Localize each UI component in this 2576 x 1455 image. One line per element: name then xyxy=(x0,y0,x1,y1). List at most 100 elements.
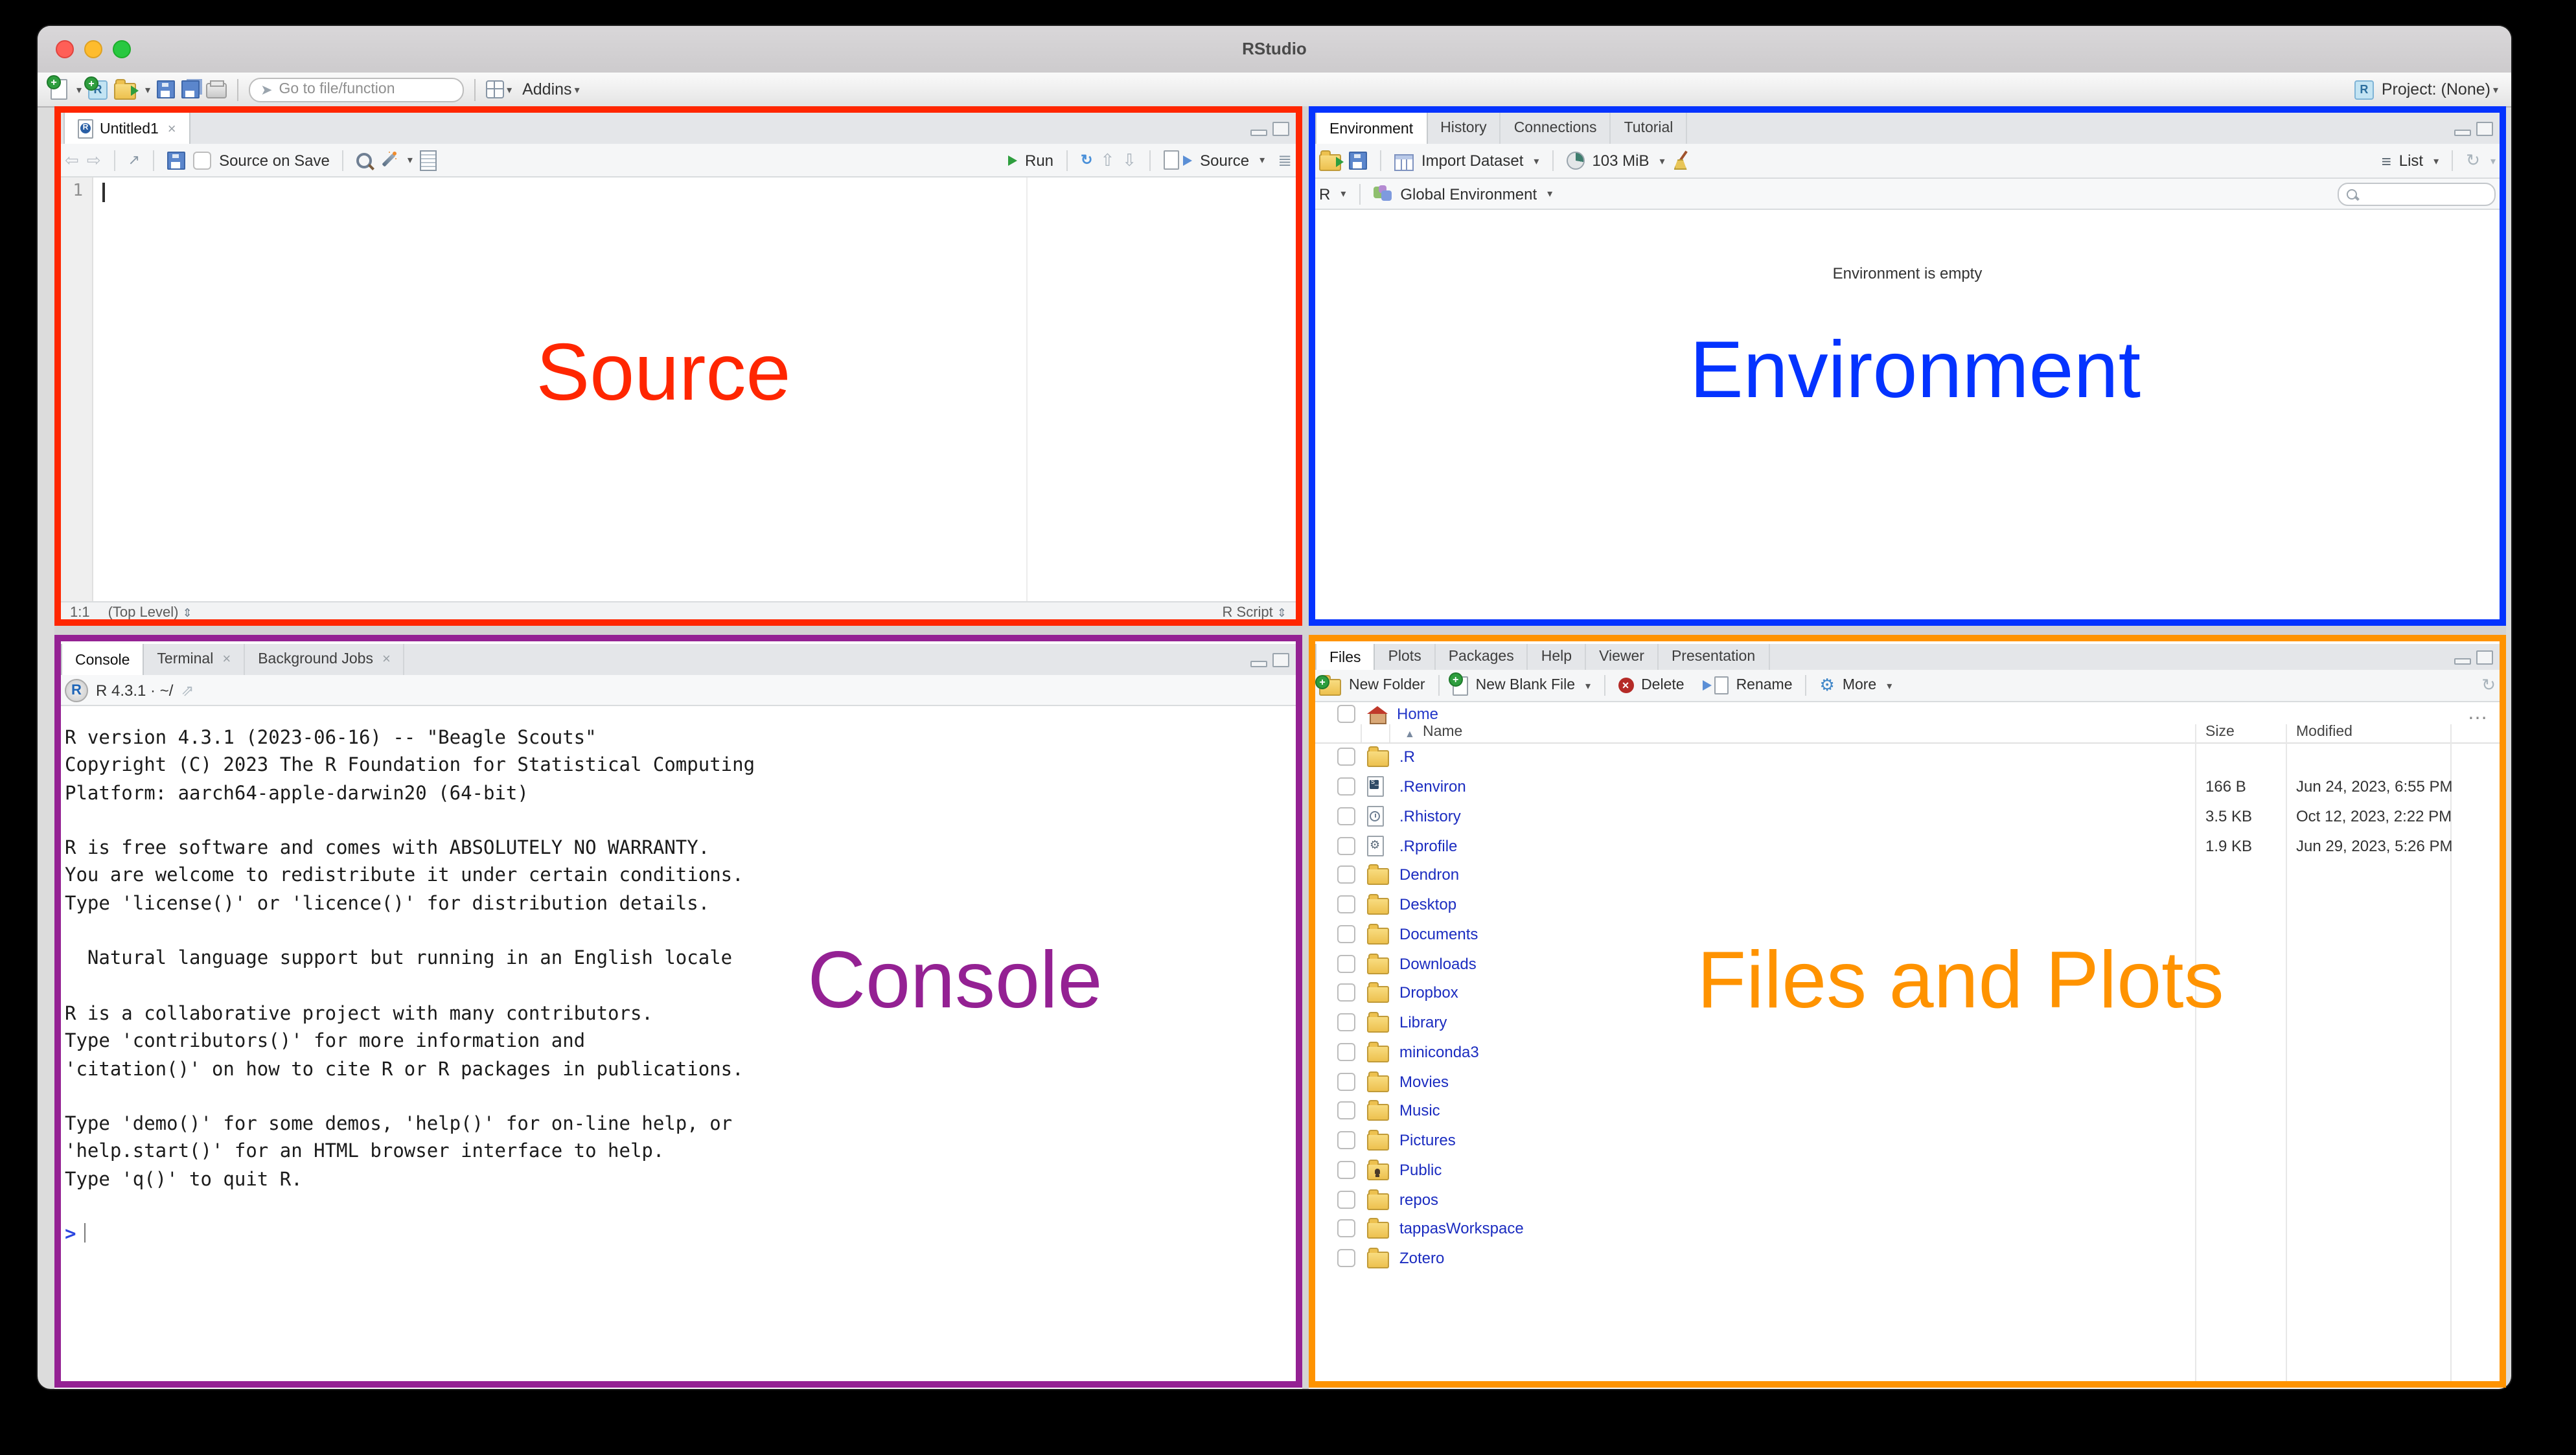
popout-icon[interactable]: ↗ xyxy=(128,152,140,168)
maximize-pane-icon[interactable] xyxy=(2476,121,2493,135)
maximize-pane-icon[interactable] xyxy=(1272,121,1289,135)
file-name-link[interactable]: .Rhistory xyxy=(1399,807,1461,825)
new-folder-button[interactable]: New Folder xyxy=(1349,678,1425,693)
r-language-selector[interactable]: R xyxy=(1319,185,1330,203)
tab-help[interactable]: Help xyxy=(1528,644,1586,670)
new-file-icon[interactable] xyxy=(51,79,67,100)
open-file-icon[interactable] xyxy=(114,83,136,100)
r-version-path[interactable]: R 4.3.1 · ~/ xyxy=(96,681,173,699)
vertical-splitter[interactable] xyxy=(1302,106,1309,1389)
sort-ascending-icon[interactable]: ▲ xyxy=(1405,728,1415,740)
memory-usage[interactable]: 103 MiB xyxy=(1592,152,1649,170)
row-checkbox[interactable] xyxy=(1337,954,1355,972)
project-selector[interactable]: Project: (None) xyxy=(2382,80,2490,98)
row-checkbox[interactable] xyxy=(1337,866,1355,884)
back-icon[interactable]: ⇦ xyxy=(65,150,79,170)
row-checkbox[interactable] xyxy=(1337,807,1355,825)
source-caret-icon[interactable]: ▾ xyxy=(1259,154,1265,166)
row-checkbox[interactable] xyxy=(1337,1161,1355,1179)
tab-untitled1[interactable]: Untitled1 × xyxy=(65,113,190,145)
select-all-checkbox[interactable] xyxy=(1337,704,1355,722)
maximize-pane-icon[interactable] xyxy=(1272,652,1289,667)
new-folder-icon[interactable] xyxy=(1319,679,1341,696)
console-prompt-line[interactable]: > xyxy=(65,1222,755,1250)
source-button[interactable]: Source xyxy=(1200,151,1249,169)
code-tools-icon[interactable] xyxy=(380,152,397,168)
memory-caret-icon[interactable]: ▾ xyxy=(1660,155,1665,166)
column-header-modified[interactable]: Modified xyxy=(2296,724,2352,740)
file-name-link[interactable]: tappasWorkspace xyxy=(1399,1220,1524,1238)
console-popout-icon[interactable]: ⇗ xyxy=(181,681,194,699)
tab-environment[interactable]: Environment xyxy=(1317,113,1427,145)
load-workspace-icon[interactable] xyxy=(1319,154,1341,171)
delete-icon[interactable]: × xyxy=(1618,678,1633,693)
compile-report-icon[interactable] xyxy=(420,150,437,170)
file-name-link[interactable]: .Rprofile xyxy=(1399,836,1457,854)
file-name-link[interactable]: Dendron xyxy=(1399,866,1459,884)
row-checkbox[interactable] xyxy=(1337,1013,1355,1031)
find-replace-icon[interactable] xyxy=(357,152,373,168)
project-icon[interactable]: R xyxy=(2354,80,2374,99)
project-caret-icon[interactable]: ▾ xyxy=(2493,84,2498,95)
import-dataset-button[interactable]: Import Dataset xyxy=(1421,152,1523,170)
minimize-pane-icon[interactable] xyxy=(2454,129,2471,135)
new-blank-file-icon[interactable] xyxy=(1453,676,1468,695)
minimize-pane-icon[interactable] xyxy=(2454,658,2471,664)
save-all-icon[interactable] xyxy=(181,80,200,98)
list-caret-icon[interactable]: ▾ xyxy=(2433,155,2439,166)
file-name-link[interactable]: Pictures xyxy=(1399,1131,1456,1149)
path-more-button[interactable]: … xyxy=(2467,702,2488,725)
clear-objects-icon[interactable] xyxy=(1673,152,1691,170)
close-tab-icon[interactable]: × xyxy=(168,121,176,137)
minimize-pane-icon[interactable] xyxy=(1250,129,1267,135)
row-checkbox[interactable] xyxy=(1337,895,1355,913)
new-file-caret-icon[interactable]: ▾ xyxy=(76,84,82,95)
column-header-name[interactable]: Name xyxy=(1423,724,1462,740)
r-language-caret-icon[interactable]: ▾ xyxy=(1340,188,1346,200)
tab-packages[interactable]: Packages xyxy=(1436,644,1528,670)
refresh-icon[interactable]: ↻ xyxy=(2466,150,2480,171)
save-icon[interactable] xyxy=(157,80,175,98)
tab-background-jobs[interactable]: Background Jobs× xyxy=(245,644,405,675)
file-name-link[interactable]: Documents xyxy=(1399,925,1478,943)
tab-console[interactable]: Console xyxy=(62,644,144,676)
run-icon[interactable] xyxy=(1008,155,1017,165)
scope-indicator[interactable]: (Top Level) ⇕ xyxy=(108,604,192,620)
row-checkbox[interactable] xyxy=(1337,1043,1355,1061)
source-on-save-checkbox[interactable] xyxy=(193,151,211,169)
row-checkbox[interactable] xyxy=(1337,748,1355,766)
addins-button[interactable]: Addins xyxy=(522,80,571,98)
tab-terminal[interactable]: Terminal× xyxy=(144,644,245,675)
row-checkbox[interactable] xyxy=(1337,1190,1355,1208)
run-previous-icon[interactable]: ⇧ xyxy=(1100,150,1114,170)
file-name-link[interactable]: .R xyxy=(1399,748,1415,766)
open-file-caret-icon[interactable]: ▾ xyxy=(145,84,150,95)
tab-connections[interactable]: Connections xyxy=(1501,113,1611,144)
row-checkbox[interactable] xyxy=(1337,925,1355,943)
close-tab-icon[interactable]: × xyxy=(222,652,231,667)
maximize-pane-icon[interactable] xyxy=(2476,650,2493,664)
addins-caret-icon[interactable]: ▾ xyxy=(575,84,580,95)
tab-plots[interactable]: Plots xyxy=(1375,644,1436,670)
file-type-selector[interactable]: R Script ⇕ xyxy=(1223,604,1287,620)
row-checkbox[interactable] xyxy=(1337,777,1355,796)
tab-viewer[interactable]: Viewer xyxy=(1586,644,1659,670)
rerun-icon[interactable]: ↻ xyxy=(1081,152,1092,168)
horizontal-splitter[interactable] xyxy=(54,626,2506,635)
file-name-link[interactable]: Public xyxy=(1399,1161,1442,1179)
pane-layout-icon[interactable] xyxy=(486,80,504,98)
new-blank-file-button[interactable]: New Blank File xyxy=(1476,678,1575,693)
new-blank-file-caret-icon[interactable]: ▾ xyxy=(1585,680,1591,691)
environment-search-input[interactable] xyxy=(2338,182,2496,205)
save-workspace-icon[interactable] xyxy=(1349,152,1367,170)
file-name-link[interactable]: repos xyxy=(1399,1190,1438,1208)
file-name-link[interactable]: Dropbox xyxy=(1399,984,1458,1002)
run-next-icon[interactable]: ⇩ xyxy=(1122,150,1136,170)
file-name-link[interactable]: Desktop xyxy=(1399,895,1456,913)
breadcrumb-home-link[interactable]: Home xyxy=(1397,704,1438,722)
refresh-caret-icon[interactable]: ▾ xyxy=(2490,155,2496,166)
rename-button[interactable]: Rename xyxy=(1736,678,1793,693)
scope-caret-icon[interactable]: ▾ xyxy=(1547,188,1552,200)
file-name-link[interactable]: Library xyxy=(1399,1013,1447,1031)
row-checkbox[interactable] xyxy=(1337,1249,1355,1267)
